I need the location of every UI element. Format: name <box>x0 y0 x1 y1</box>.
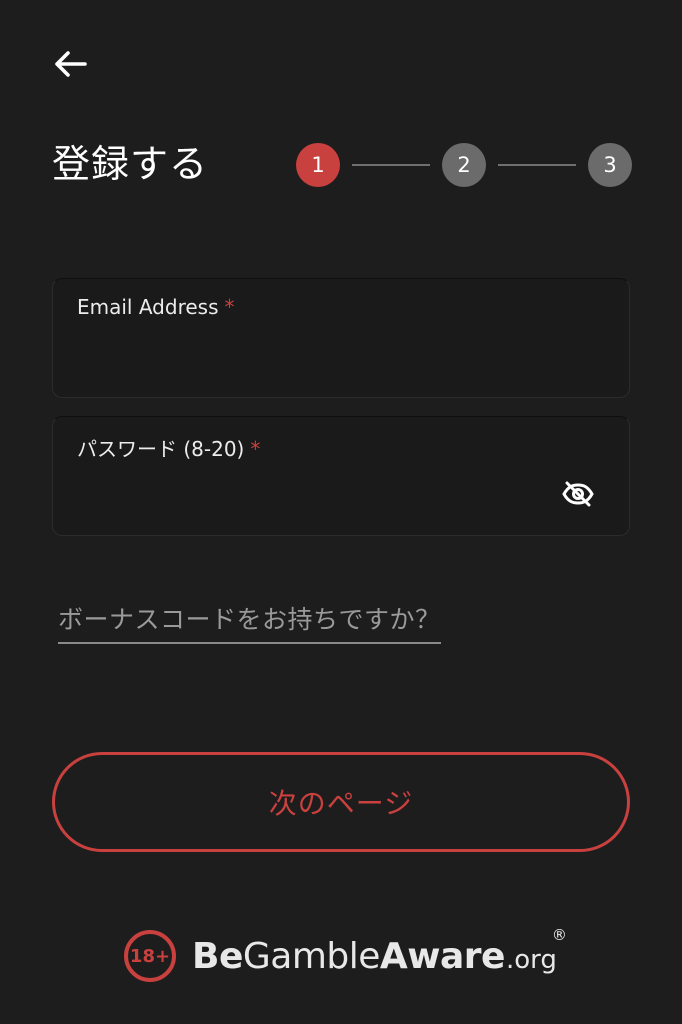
registered-mark: ® <box>551 925 567 944</box>
email-label: Email Address * <box>77 295 235 319</box>
step-1-indicator: 1 <box>296 143 340 187</box>
registration-page: 登録する 1 2 3 Email Address * パスワード (8-20) * … <box>0 0 682 1024</box>
progress-stepper: 1 2 3 <box>296 143 632 187</box>
brand-gamble: Gamble <box>242 935 381 977</box>
age-18-badge: 18+ <box>124 930 176 982</box>
email-field[interactable]: Email Address * <box>52 278 630 398</box>
next-page-button[interactable]: 次のページ <box>52 752 630 852</box>
back-button[interactable] <box>48 42 92 86</box>
required-mark: * <box>224 295 235 319</box>
step-connector-1 <box>352 164 430 166</box>
step-connector-2 <box>498 164 576 166</box>
brand-org: .org <box>505 944 557 975</box>
brand-be: Be <box>192 935 243 977</box>
bonus-code-link[interactable]: ボーナスコードをお持ちですか？ <box>58 600 441 644</box>
password-visibility-toggle[interactable] <box>561 479 595 509</box>
eye-off-icon <box>562 481 594 507</box>
page-title: 登録する <box>52 142 209 186</box>
brand-wordmark: Be Gamble Aware .org ® <box>192 926 567 977</box>
email-label-text: Email Address <box>77 295 219 319</box>
step-3-indicator: 3 <box>588 143 632 187</box>
password-label-text: パスワード (8-20) <box>77 437 245 461</box>
begambleaware-logo[interactable]: 18+ Be Gamble Aware .org ® <box>124 924 567 988</box>
password-input[interactable] <box>77 477 537 517</box>
email-input[interactable] <box>77 339 537 379</box>
arrow-left-icon <box>55 51 87 77</box>
password-field[interactable]: パスワード (8-20) * <box>52 416 630 536</box>
brand-aware: Aware <box>379 935 506 977</box>
step-2-indicator: 2 <box>442 143 486 187</box>
required-mark: * <box>250 437 261 461</box>
password-label: パスワード (8-20) * <box>77 433 260 462</box>
